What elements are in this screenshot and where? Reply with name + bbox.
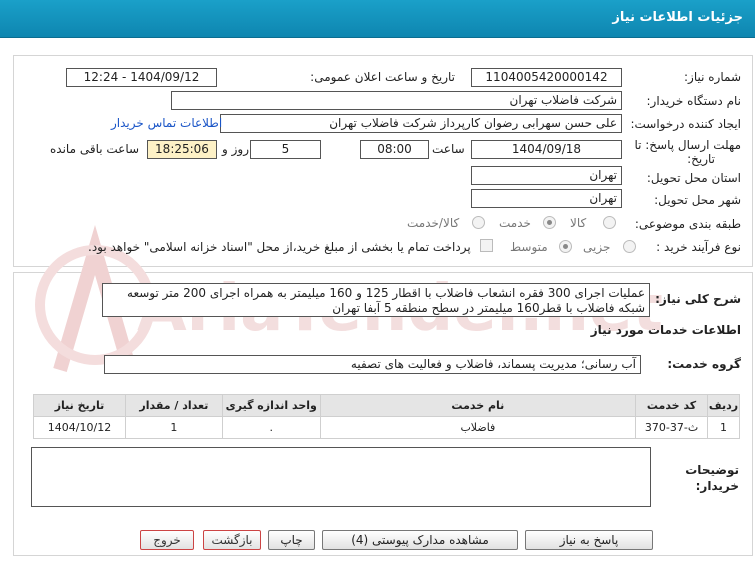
days-field: 5 [250,140,321,159]
category-radio-goods-service[interactable] [472,216,485,229]
need-number-field: 1104005420000142 [471,68,622,87]
category-label: طبقه بندی موضوعی: [634,217,741,231]
back-button[interactable]: بازگشت [203,530,261,550]
treasury-payment-checkbox[interactable] [480,239,493,252]
cell-row: 1 [707,416,740,439]
city-label: شهر محل تحویل: [654,193,741,207]
cell-code: ث-37-370 [635,416,709,439]
buyer-notes-field [31,447,651,507]
buyer-notes-label-2: خریدار: [695,479,739,493]
announce-date-field: 1404/09/12 - 12:24 [66,68,217,87]
buyer-notes-label: توضیحات [685,463,739,477]
announce-date-label: تاریخ و ساعت اعلان عمومی: [310,70,455,84]
process-option-medium: متوسط [510,240,548,254]
buyer-org-field: شرکت فاضلاب تهران [171,91,622,110]
deadline-time-field: 08:00 [360,140,429,159]
description-label: شرح کلی نیاز: [655,292,741,306]
process-option-minor: جزیی [583,240,611,254]
city-field: تهران [471,189,622,208]
col-unit: واحد اندازه گیری [221,394,321,417]
category-option-service: خدمت [499,216,531,230]
creator-field: علی حسن سهرابی رضوان کارپرداز شرکت فاضلا… [220,114,622,133]
col-row: ردیف [707,394,740,417]
category-radio-service[interactable] [543,216,556,229]
process-type-label: نوع فرآیند خرید : [656,240,741,254]
process-radio-minor[interactable] [623,240,636,253]
cell-date: 1404/10/12 [33,416,126,439]
view-attachments-button[interactable]: مشاهده مدارک پیوستی (4) [322,530,518,550]
category-option-goods: کالا [570,216,587,230]
table-row: 1 ث-37-370 فاضلاب . 1 1404/10/12 [33,416,740,439]
category-option-goods-service: کالا/خدمت [407,216,460,230]
process-radio-medium[interactable] [559,240,572,253]
province-label: استان محل تحویل: [646,171,741,185]
service-group-label: گروه خدمت: [667,357,741,371]
cell-qty: 1 [125,416,223,439]
services-section-title: اطلاعات خدمات مورد نیاز [590,323,741,337]
province-field: تهران [471,166,622,185]
deadline-date-field: 1404/09/18 [471,140,622,159]
cell-unit: . [221,416,321,439]
col-qty: تعداد / مقدار [125,394,223,417]
services-table: ردیف کد خدمت نام خدمت واحد اندازه گیری ت… [33,394,740,439]
print-button[interactable]: چاپ [268,530,315,550]
cell-name: فاضلاب [319,416,637,439]
treasury-payment-note: پرداخت تمام یا بخشی از مبلغ خرید،از محل … [88,240,471,254]
service-group-field: آب رسانی؛ مدیریت پسماند، فاضلاب و فعالیت… [104,355,641,374]
remaining-time-label: ساعت باقی مانده [50,142,140,156]
buyer-org-label: نام دستگاه خریدار: [646,94,742,108]
exit-button[interactable]: خروج [140,530,194,550]
remaining-time-field: 18:25:06 [147,140,217,159]
col-code: کد خدمت [635,394,709,417]
deadline-date-label: تاریخ: [687,152,715,166]
col-date: تاریخ نیاز [33,394,126,417]
col-name: نام خدمت [319,394,637,417]
page-title: جزئیات اطلاعات نیاز [612,10,743,25]
category-radio-goods[interactable] [603,216,616,229]
need-number-label: شماره نیاز: [684,70,741,84]
creator-label: ایجاد کننده درخواست: [630,117,741,131]
deadline-time-label: ساعت [432,142,465,156]
description-text: عملیات اجرای 300 فقره انشعاب فاضلاب با ا… [102,283,650,317]
deadline-label: مهلت ارسال پاسخ: تا [634,138,741,152]
buyer-contact-link[interactable]: اطلاعات تماس خریدار [111,116,222,130]
services-table-header: ردیف کد خدمت نام خدمت واحد اندازه گیری ت… [33,394,740,417]
page-header: جزئیات اطلاعات نیاز [0,0,755,38]
days-label: روز و [222,142,249,156]
reply-button[interactable]: پاسخ به نیاز [525,530,653,550]
